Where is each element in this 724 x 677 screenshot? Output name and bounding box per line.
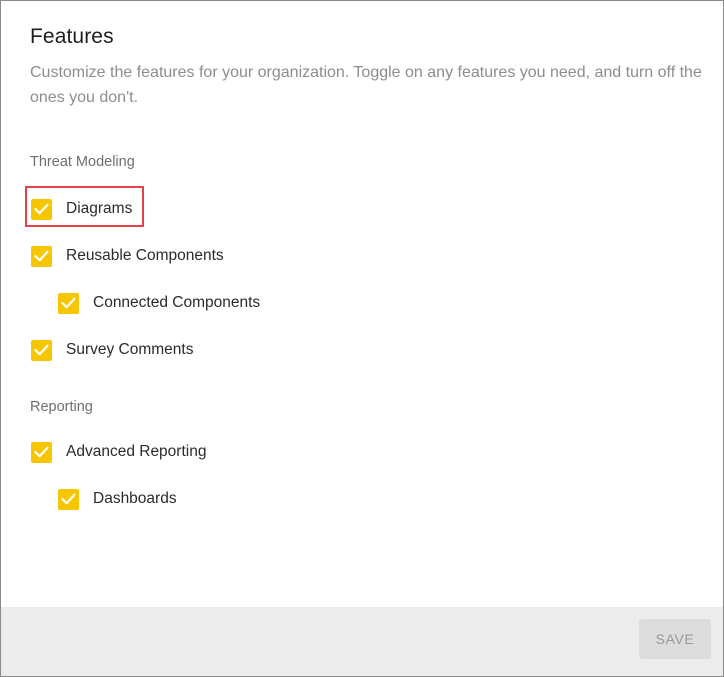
feature-connected-components[interactable]: Connected Components [58, 291, 260, 315]
check-icon [61, 297, 76, 309]
reusable-components-label: Reusable Components [66, 247, 224, 264]
feature-survey-comments[interactable]: Survey Comments [31, 338, 193, 362]
feature-advanced-reporting[interactable]: Advanced Reporting [31, 440, 206, 464]
section-label-reporting: Reporting [30, 399, 93, 415]
survey-comments-checkbox[interactable] [31, 339, 52, 361]
reusable-components-checkbox[interactable] [31, 245, 52, 267]
footer-bar: SAVE [1, 607, 723, 676]
feature-reusable-components[interactable]: Reusable Components [31, 244, 224, 268]
check-icon [61, 493, 76, 505]
advanced-reporting-checkbox[interactable] [31, 441, 52, 463]
survey-comments-label: Survey Comments [66, 341, 194, 358]
dashboards-checkbox[interactable] [58, 488, 79, 510]
connected-components-label: Connected Components [93, 294, 261, 311]
advanced-reporting-label: Advanced Reporting [66, 443, 207, 460]
feature-dashboards[interactable]: Dashboards [58, 487, 177, 511]
check-icon [34, 344, 49, 356]
save-button[interactable]: SAVE [639, 619, 711, 659]
dashboards-label: Dashboards [93, 490, 177, 507]
features-panel: Features Customize the features for your… [0, 0, 724, 677]
connected-components-checkbox[interactable] [58, 292, 79, 314]
highlight-box [25, 186, 144, 227]
section-label-threat-modeling: Threat Modeling [30, 154, 135, 170]
page-title: Features [30, 25, 114, 48]
page-description: Customize the features for your organiza… [30, 64, 702, 106]
check-icon [34, 446, 49, 458]
check-icon [34, 250, 49, 262]
